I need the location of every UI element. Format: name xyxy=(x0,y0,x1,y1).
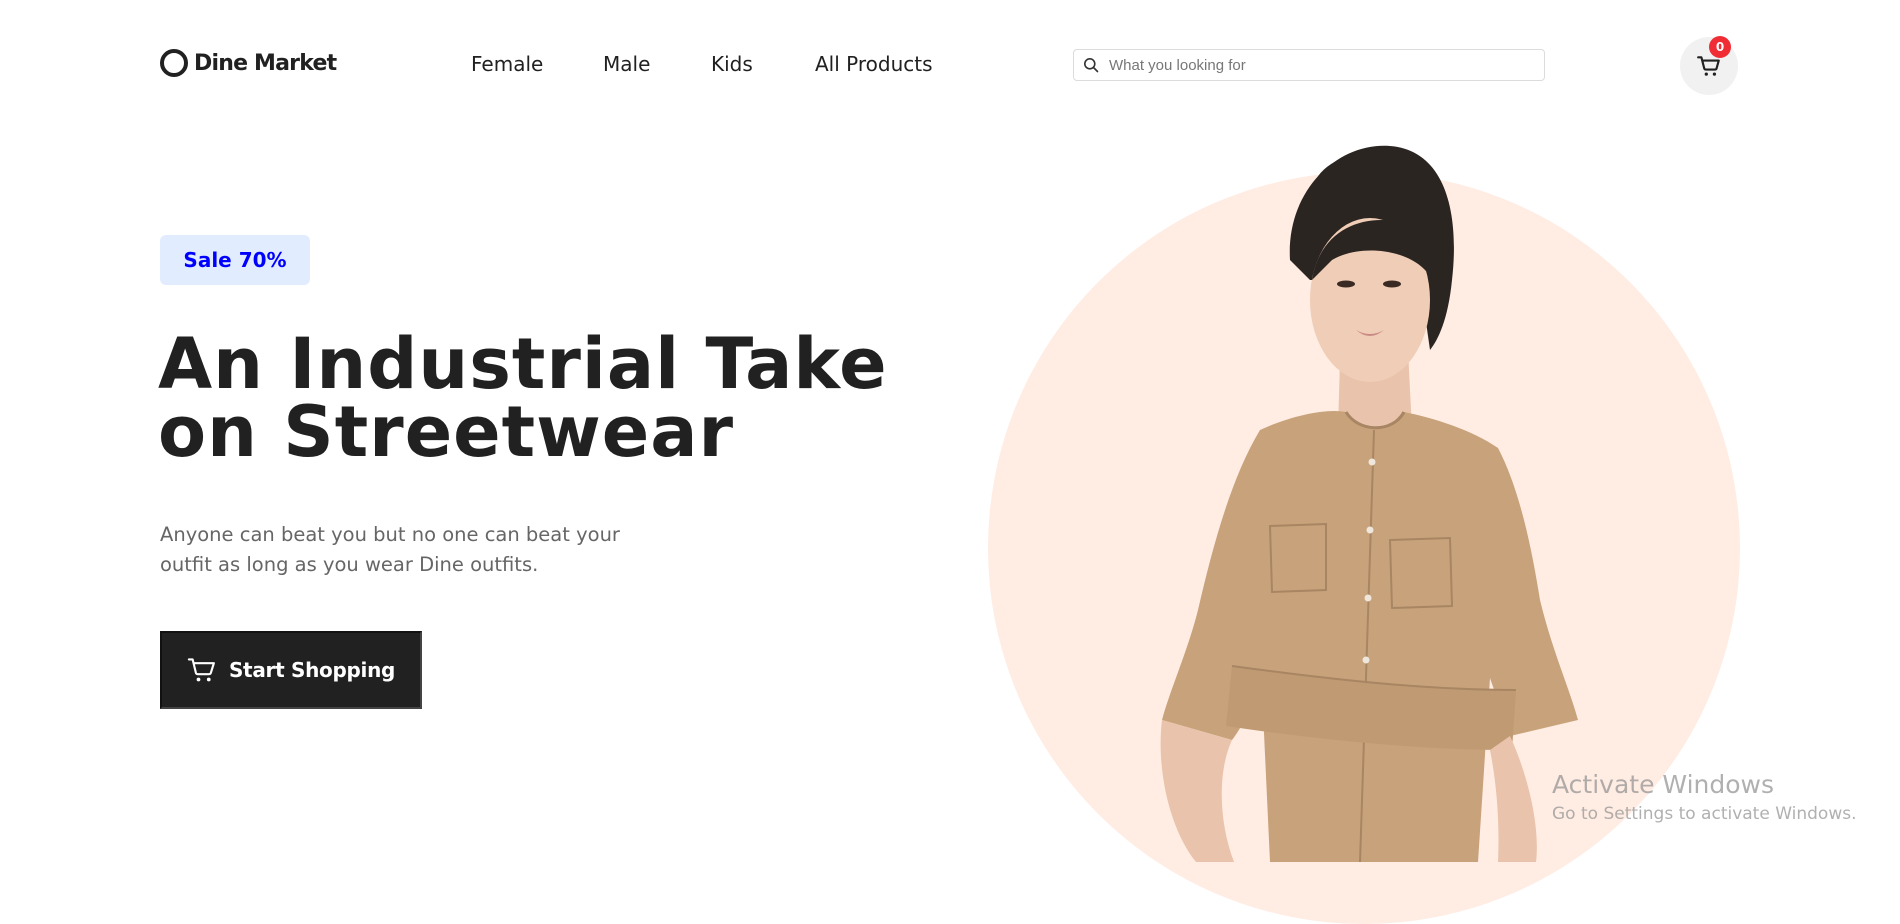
cart-icon xyxy=(187,658,215,682)
search-icon xyxy=(1083,56,1101,74)
start-shopping-button[interactable]: Start Shopping xyxy=(160,631,422,709)
brand-name: Dine Market xyxy=(194,50,337,76)
nav-item-female[interactable]: Female xyxy=(471,52,543,76)
nav-item-kids[interactable]: Kids xyxy=(711,52,753,76)
hero-model-image xyxy=(1160,145,1578,862)
brand-logo[interactable]: Dine Market xyxy=(160,46,337,80)
hero-description-line-1: Anyone can beat you but no one can beat … xyxy=(160,523,620,546)
activate-windows-subtitle: Go to Settings to activate Windows. xyxy=(1552,804,1857,824)
nav-item-male[interactable]: Male xyxy=(603,52,650,76)
sale-badge: Sale 70% xyxy=(160,235,310,285)
search-input[interactable] xyxy=(1107,55,1531,75)
search-bar xyxy=(1073,49,1545,81)
activate-windows-title: Activate Windows xyxy=(1552,770,1774,799)
hero-description: Anyone can beat you but no one can beat … xyxy=(160,520,660,580)
nav-item-all-products[interactable]: All Products xyxy=(815,52,933,76)
start-shopping-label: Start Shopping xyxy=(228,658,396,682)
hero-title-line-2: on Streetwear xyxy=(158,391,735,473)
cart-count-badge: 0 xyxy=(1709,36,1731,58)
logo-ring-icon xyxy=(160,49,188,77)
hero-description-line-2: outfit as long as you wear Dine outfits. xyxy=(160,553,539,576)
hero-title: An Industrial Take on Streetwear xyxy=(158,329,918,467)
